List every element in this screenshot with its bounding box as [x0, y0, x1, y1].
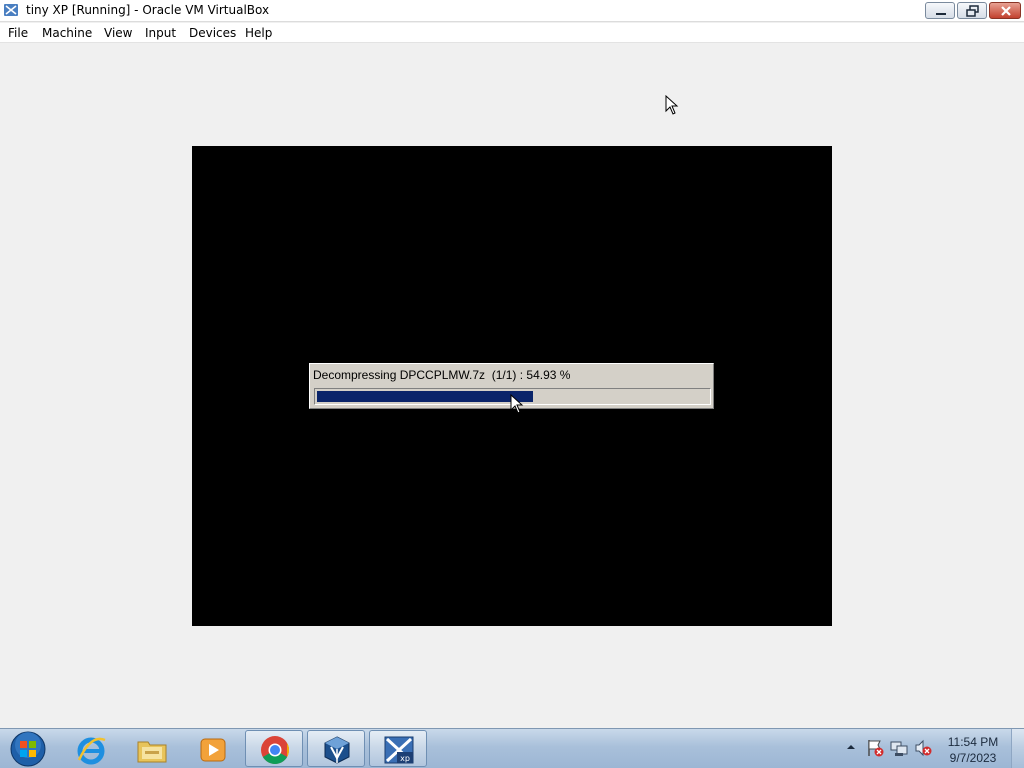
window-title: tiny XP [Running] - Oracle VM VirtualBox [26, 3, 270, 17]
menu-input[interactable]: Input [145, 26, 176, 40]
clock-time: 11:54 PM [947, 735, 999, 749]
menu-machine[interactable]: Machine [42, 26, 92, 40]
title-bar: tiny XP [Running] - Oracle VM VirtualBox [0, 0, 1024, 22]
host-mouse-cursor-icon [665, 95, 679, 115]
chrome-icon [261, 736, 289, 764]
svg-text:xp: xp [400, 754, 410, 763]
show-desktop-button[interactable] [1011, 729, 1024, 768]
show-hidden-icons-chevron[interactable] [844, 739, 858, 755]
menu-help[interactable]: Help [245, 26, 272, 40]
action-center-alert-icon[interactable] [866, 739, 884, 757]
network-disconnected-icon[interactable] [890, 739, 908, 757]
file-explorer-icon [137, 741, 167, 763]
restore-icon [966, 5, 979, 17]
taskbar-internet-explorer[interactable] [61, 730, 119, 767]
internet-explorer-icon [77, 737, 106, 765]
system-clock[interactable]: 11:54 PM 9/7/2023 [940, 734, 1006, 766]
taskbar-chrome[interactable] [245, 730, 303, 767]
progress-bar-fill [317, 391, 533, 402]
vm-mouse-cursor-icon [510, 394, 524, 414]
media-player-icon [200, 738, 226, 762]
virtualbox-icon [4, 4, 18, 16]
taskbar-virtualbox[interactable] [307, 730, 365, 767]
close-icon [1001, 6, 1011, 16]
progress-status-text: Decompressing DPCCPLMW.7z (1/1) : 54.93 … [313, 368, 571, 382]
taskbar-file-explorer[interactable] [122, 730, 180, 767]
taskbar-media-player[interactable] [183, 730, 241, 767]
vm-display[interactable]: Decompressing DPCCPLMW.7z (1/1) : 54.93 … [192, 146, 832, 626]
menu-file[interactable]: File [8, 26, 28, 40]
windows-start-orb-icon[interactable] [6, 729, 50, 768]
menu-bar: File Machine View Input Devices Help [0, 23, 1024, 43]
taskbar-tiny-xp-vm[interactable]: xp [369, 730, 427, 767]
menu-devices[interactable]: Devices [189, 26, 236, 40]
taskbar: xp 11:54 PM 9/7/2023 [0, 728, 1024, 768]
virtualbox-icon [324, 736, 350, 764]
volume-muted-icon[interactable] [914, 739, 932, 757]
menu-view[interactable]: View [104, 26, 132, 40]
tiny-xp-vm-icon: xp [384, 736, 414, 764]
minimize-icon [936, 13, 946, 15]
close-button[interactable] [989, 2, 1021, 19]
minimize-button[interactable] [925, 2, 955, 19]
restore-button[interactable] [957, 2, 987, 19]
clock-date: 9/7/2023 [949, 751, 997, 765]
